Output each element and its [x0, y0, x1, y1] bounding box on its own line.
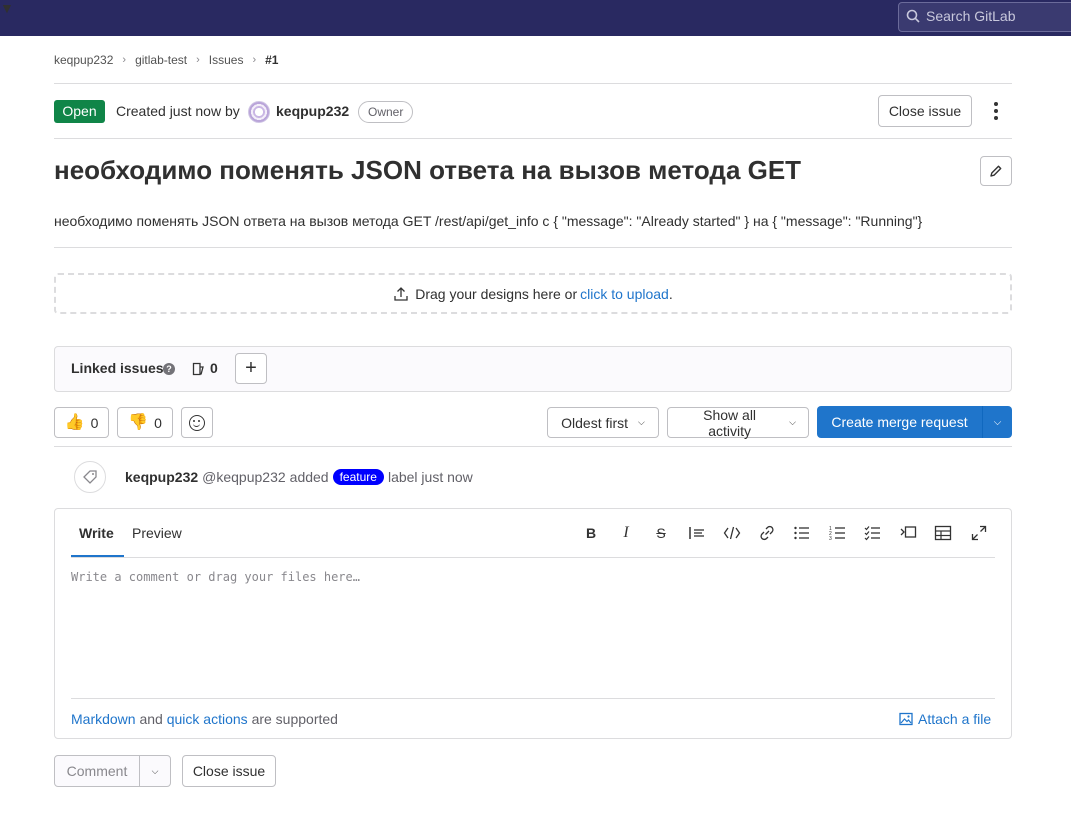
divider: [71, 557, 995, 558]
dropzone-period: .: [668, 285, 673, 302]
chevron-down-icon: ⌵: [789, 417, 796, 427]
divider: [54, 138, 1012, 139]
activity-item: keqpup232 @keqpup232 added feature label…: [125, 469, 473, 485]
image-icon: [899, 712, 913, 726]
chevron-down-icon[interactable]: ▼: [0, 0, 14, 16]
thumbs-up-button[interactable]: 👍 0: [54, 407, 109, 438]
divider: [54, 446, 1012, 447]
divider: [54, 247, 1012, 248]
breadcrumb-item[interactable]: keqpup232: [54, 53, 113, 67]
breadcrumb-current[interactable]: #1: [265, 53, 278, 67]
numbered-list-icon[interactable]: 123: [829, 525, 847, 541]
markdown-link[interactable]: Markdown: [71, 711, 136, 727]
activity-handle[interactable]: @keqpup232: [202, 469, 286, 485]
dropzone-text: Drag your designs here or: [415, 285, 578, 302]
breadcrumb-item[interactable]: Issues: [209, 53, 244, 67]
status-badge: Open: [54, 100, 105, 123]
search-icon: [906, 9, 920, 23]
chevron-down-icon: ⌵: [638, 417, 645, 427]
role-badge: Owner: [358, 101, 414, 123]
chevron-down-icon: ⌵: [151, 765, 159, 776]
thumbs-up-icon: 👍: [64, 413, 85, 431]
comment-editor: [54, 508, 1012, 739]
close-issue-button[interactable]: Close issue: [182, 755, 276, 787]
question-icon[interactable]: ?: [163, 363, 175, 375]
thumbs-up-count: 0: [90, 414, 99, 431]
thumbs-down-button[interactable]: 👎 0: [117, 407, 173, 438]
issues-icon: [192, 362, 204, 376]
sort-order-dropdown[interactable]: Oldest first ⌵: [547, 407, 659, 438]
tab-preview[interactable]: Preview: [132, 525, 182, 541]
add-linked-issue-button[interactable]: +: [235, 353, 267, 384]
upload-icon: [394, 286, 408, 301]
smiley-icon: [189, 414, 205, 431]
footnote-supported: are supported: [251, 711, 338, 727]
activity-filter-label: Show all activity: [703, 406, 757, 439]
issue-description: необходимо поменять JSON ответа на вызов…: [54, 213, 923, 229]
chevron-right-icon: ›: [196, 54, 200, 66]
label-badge[interactable]: feature: [332, 469, 384, 485]
table-icon[interactable]: [934, 525, 952, 541]
upload-link[interactable]: click to upload: [580, 286, 669, 302]
sort-order-label: Oldest first: [561, 414, 629, 431]
close-issue-button[interactable]: Close issue: [878, 95, 972, 127]
edit-title-button[interactable]: [980, 156, 1012, 186]
svg-text:3: 3: [829, 536, 832, 541]
bold-icon[interactable]: B: [579, 522, 603, 544]
task-list-icon[interactable]: [864, 525, 882, 541]
comment-options-dropdown[interactable]: ⌵: [139, 755, 171, 787]
breadcrumb: keqpup232 › gitlab-test › Issues › #1: [54, 52, 278, 68]
add-reaction-button[interactable]: [181, 407, 213, 438]
activity-author[interactable]: keqpup232: [125, 469, 198, 485]
attach-file-label: Attach a file: [918, 711, 992, 727]
activity-filter-dropdown[interactable]: Show all activity ⌵: [667, 406, 809, 439]
pencil-icon: [990, 165, 1002, 177]
footnote-and: and: [139, 711, 163, 727]
created-text: Created just now by: [116, 103, 240, 119]
code-icon[interactable]: [723, 525, 741, 541]
divider: [54, 83, 1012, 84]
chevron-down-icon: ⌵: [993, 416, 1002, 428]
link-icon[interactable]: [758, 525, 776, 541]
design-dropzone[interactable]: Drag your designs here or click to uploa…: [54, 273, 1012, 314]
fullscreen-icon[interactable]: [971, 525, 987, 541]
activity-action: added: [289, 469, 329, 485]
avatar[interactable]: [248, 101, 270, 123]
issue-title: необходимо поменять JSON ответа на вызов…: [54, 155, 802, 185]
chevron-right-icon: ›: [252, 54, 257, 66]
chevron-right-icon: ›: [122, 54, 127, 66]
tab-write[interactable]: Write: [79, 525, 114, 541]
strikethrough-icon[interactable]: S: [649, 522, 673, 544]
more-actions-icon[interactable]: [986, 98, 1006, 124]
editor-footnote: Markdown and quick actions are supported: [71, 711, 338, 727]
breadcrumb-item[interactable]: gitlab-test: [135, 53, 187, 67]
collapsible-section-icon[interactable]: [899, 525, 917, 541]
thumbs-down-count: 0: [154, 414, 162, 431]
quote-icon[interactable]: [688, 525, 706, 541]
bullet-list-icon[interactable]: [793, 525, 811, 541]
italic-icon[interactable]: I: [614, 522, 638, 544]
quick-actions-link[interactable]: quick actions: [167, 711, 248, 727]
merge-request-dropdown[interactable]: ⌵: [982, 406, 1012, 438]
linked-issues-count: 0: [210, 360, 218, 376]
create-merge-request-button[interactable]: Create merge request: [817, 406, 982, 438]
comment-textarea[interactable]: Write a comment or drag your files here…: [71, 570, 360, 584]
activity-suffix: label just now: [387, 469, 473, 485]
comment-button[interactable]: Comment: [54, 755, 140, 787]
author-link[interactable]: keqpup232: [276, 103, 349, 119]
linked-issues-title: Linked issues: [71, 360, 164, 376]
label-icon: [74, 461, 106, 493]
thumbs-down-icon: 👎: [128, 413, 149, 431]
attach-file-button[interactable]: Attach a file: [899, 711, 991, 727]
divider: [71, 698, 995, 699]
search-placeholder: Search GitLab: [926, 8, 1016, 24]
